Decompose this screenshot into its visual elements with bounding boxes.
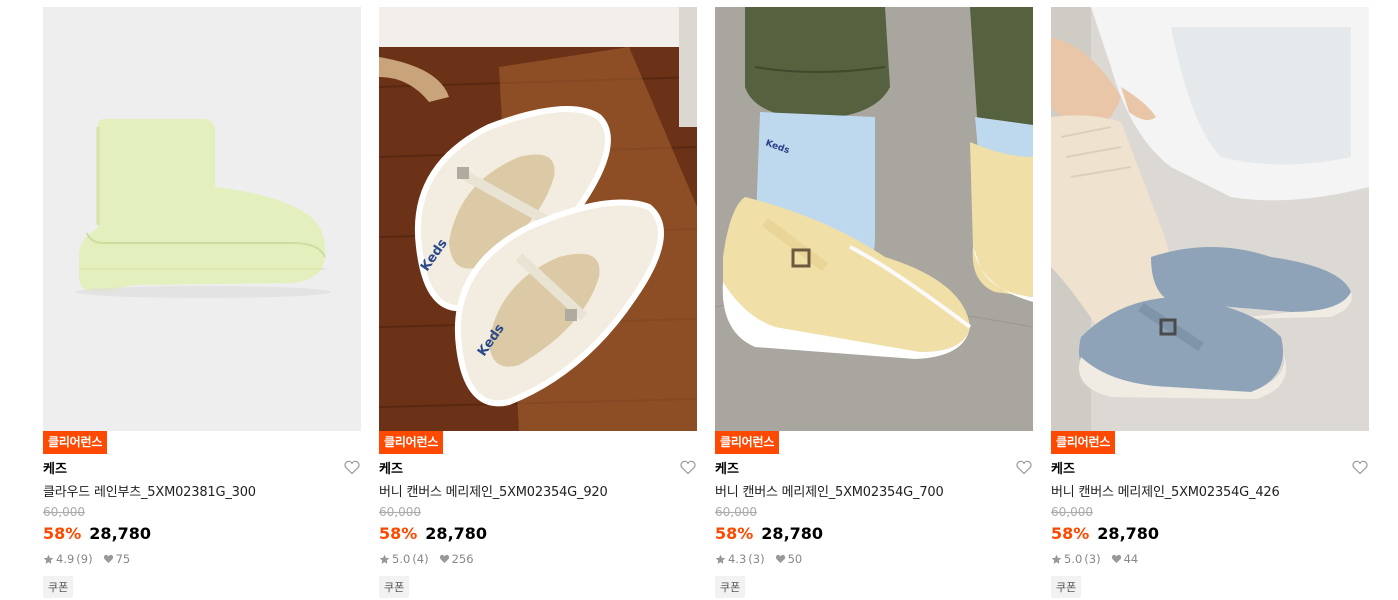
star-icon	[379, 554, 390, 564]
clearance-badge: 클리어런스	[715, 431, 780, 454]
heart-icon	[1111, 554, 1121, 563]
review-count: (4)	[412, 552, 429, 566]
brand-name[interactable]: 케즈	[379, 458, 403, 477]
coupon-tag: 쿠폰	[715, 576, 746, 598]
wishlist-heart-icon[interactable]	[679, 458, 697, 476]
clearance-badge: 클리어런스	[43, 431, 108, 454]
original-price: 60,000	[379, 505, 421, 519]
rating-value: 5.0	[1064, 552, 1083, 566]
coupon-tag: 쿠폰	[379, 576, 410, 598]
product-card[interactable]: Keds Keds 클리어런스 케즈 버니 캔버스 메리제인_5XM02354G…	[379, 7, 697, 598]
clearance-badge: 클리어런스	[1051, 431, 1116, 454]
like-count: 44	[1123, 552, 1139, 566]
sale-price: 28,780	[89, 523, 152, 543]
product-image[interactable]	[1051, 7, 1369, 431]
likes: 44	[1111, 552, 1139, 566]
star-icon	[43, 554, 54, 564]
product-name[interactable]: 클라우드 레인부츠_5XM02381G_300	[43, 481, 361, 501]
product-image[interactable]: Keds Keds	[379, 7, 697, 431]
wishlist-heart-icon[interactable]	[343, 458, 361, 476]
heart-icon	[439, 554, 449, 563]
brand-name[interactable]: 케즈	[43, 458, 67, 477]
original-price: 60,000	[43, 505, 85, 519]
review-count: (9)	[76, 552, 93, 566]
rating: 5.0 (3)	[1051, 552, 1101, 566]
rating: 5.0 (4)	[379, 552, 429, 566]
sale-price: 28,780	[1097, 523, 1160, 543]
like-count: 50	[787, 552, 803, 566]
like-count: 75	[115, 552, 131, 566]
rating-value: 5.0	[392, 552, 411, 566]
coupon-tag: 쿠폰	[1051, 576, 1082, 598]
product-card[interactable]: 클리어런스 케즈 버니 캔버스 메리제인_5XM02354G_426 60,00…	[1051, 7, 1369, 598]
original-price: 60,000	[1051, 505, 1093, 519]
like-count: 256	[451, 552, 474, 566]
rating-value: 4.9	[56, 552, 75, 566]
rating: 4.3 (3)	[715, 552, 765, 566]
rating-value: 4.3	[728, 552, 747, 566]
product-name[interactable]: 버니 캔버스 메리제인_5XM02354G_426	[1051, 481, 1369, 501]
discount-rate: 58%	[715, 523, 754, 543]
heart-icon	[103, 554, 113, 563]
original-price: 60,000	[715, 505, 757, 519]
brand-name[interactable]: 케즈	[1051, 458, 1075, 477]
likes: 50	[775, 552, 803, 566]
product-name[interactable]: 버니 캔버스 메리제인_5XM02354G_700	[715, 481, 1033, 501]
likes: 75	[103, 552, 131, 566]
discount-rate: 58%	[379, 523, 418, 543]
heart-icon	[775, 554, 785, 563]
clearance-badge: 클리어런스	[379, 431, 444, 454]
product-image[interactable]: Keds	[715, 7, 1033, 431]
product-grid: 클리어런스 케즈 클라우드 레인부츠_5XM02381G_300 60,000 …	[43, 7, 1369, 598]
brand-name[interactable]: 케즈	[715, 458, 739, 477]
discount-rate: 58%	[43, 523, 82, 543]
star-icon	[715, 554, 726, 564]
product-image[interactable]	[43, 7, 361, 431]
sale-price: 28,780	[425, 523, 488, 543]
likes: 256	[439, 552, 474, 566]
review-count: (3)	[748, 552, 765, 566]
coupon-tag: 쿠폰	[43, 576, 74, 598]
product-card[interactable]: Keds 클리어런스 케즈 버니 캔버스 메리제인_5XM02354G_700	[715, 7, 1033, 598]
wishlist-heart-icon[interactable]	[1351, 458, 1369, 476]
discount-rate: 58%	[1051, 523, 1090, 543]
wishlist-heart-icon[interactable]	[1015, 458, 1033, 476]
sale-price: 28,780	[761, 523, 824, 543]
review-count: (3)	[1084, 552, 1101, 566]
rating: 4.9 (9)	[43, 552, 93, 566]
product-card[interactable]: 클리어런스 케즈 클라우드 레인부츠_5XM02381G_300 60,000 …	[43, 7, 361, 598]
star-icon	[1051, 554, 1062, 564]
product-name[interactable]: 버니 캔버스 메리제인_5XM02354G_920	[379, 481, 697, 501]
